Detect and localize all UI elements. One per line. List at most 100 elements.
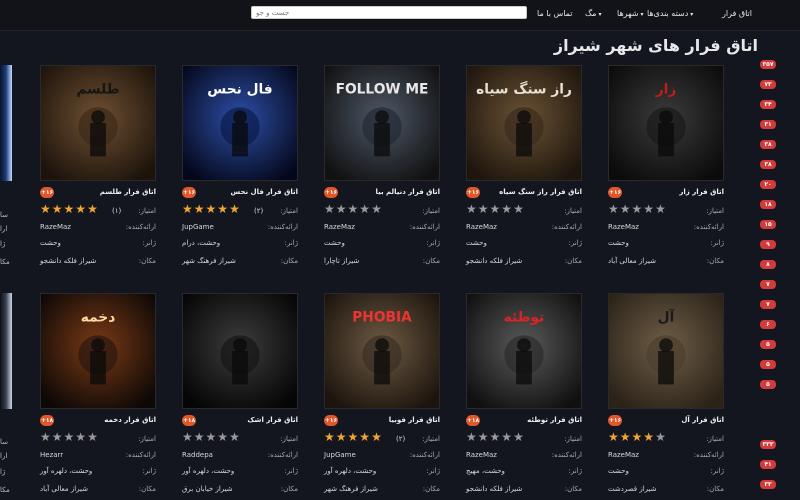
- star-icon[interactable]: ★: [643, 202, 655, 216]
- star-icon[interactable]: ★: [348, 202, 360, 216]
- star-icon[interactable]: ★: [194, 430, 206, 444]
- room-cover-image[interactable]: توطئه: [466, 293, 582, 409]
- star-icon[interactable]: ★: [87, 430, 99, 444]
- star-rating[interactable]: ★★★★★: [40, 431, 99, 443]
- room-card[interactable]: فال نحس +۱۶ اتاق فرار فال نحس امتیاز: (۲…: [182, 65, 298, 265]
- star-icon[interactable]: ★: [490, 202, 502, 216]
- star-icon[interactable]: ★: [359, 202, 371, 216]
- star-icon[interactable]: ★: [478, 202, 490, 216]
- star-icon[interactable]: ★: [206, 430, 218, 444]
- star-icon[interactable]: ★: [324, 430, 336, 444]
- room-card[interactable]: طلسم +۱۶ اتاق فرار طلسم امتیاز: (۱) ★★★★…: [40, 65, 156, 265]
- star-icon[interactable]: ★: [217, 430, 229, 444]
- star-rating[interactable]: ★★★★★: [324, 431, 383, 443]
- star-icon[interactable]: ★: [64, 430, 76, 444]
- star-icon[interactable]: ★: [348, 430, 360, 444]
- star-icon[interactable]: ★: [52, 430, 64, 444]
- sidebar-count-badge[interactable]: ۳۸: [760, 140, 776, 149]
- room-cover-image[interactable]: FOLLOW ME: [324, 65, 440, 181]
- star-icon[interactable]: ★: [217, 202, 229, 216]
- star-icon[interactable]: ★: [87, 202, 99, 216]
- sidebar-count-badge[interactable]: ۳۳: [760, 480, 776, 489]
- room-title[interactable]: اتاق فرار دنیالم بیا: [375, 188, 440, 196]
- nav-mag[interactable]: مگ ▾: [585, 9, 601, 18]
- room-cover-image[interactable]: آل: [608, 293, 724, 409]
- star-icon[interactable]: ★: [75, 202, 87, 216]
- star-icon[interactable]: ★: [229, 430, 241, 444]
- star-icon[interactable]: ★: [194, 202, 206, 216]
- room-card[interactable]: آل +۱۶ اتاق فرار آل امتیاز: ★★★★★ ارائه‌…: [608, 293, 724, 493]
- sidebar-count-badge[interactable]: ۷: [760, 300, 776, 309]
- room-title[interactable]: اتاق فرار آل: [681, 416, 724, 424]
- star-icon[interactable]: ★: [466, 202, 478, 216]
- room-cover-image[interactable]: راز سنگ سیاه: [466, 65, 582, 181]
- sidebar-count-badge[interactable]: ۴۱: [760, 460, 776, 469]
- star-icon[interactable]: ★: [655, 202, 667, 216]
- room-title[interactable]: اتاق فرار دخمه: [104, 416, 156, 424]
- sidebar-count-badge[interactable]: ۳۸: [760, 160, 776, 169]
- star-icon[interactable]: ★: [513, 202, 525, 216]
- star-icon[interactable]: ★: [40, 202, 52, 216]
- room-cover-image[interactable]: [182, 293, 298, 409]
- star-icon[interactable]: ★: [478, 430, 490, 444]
- star-icon[interactable]: ★: [608, 202, 620, 216]
- star-icon[interactable]: ★: [490, 430, 502, 444]
- star-icon[interactable]: ★: [643, 430, 655, 444]
- star-rating[interactable]: ★★★★★: [182, 431, 241, 443]
- room-cover-image[interactable]: دخمه: [40, 293, 156, 409]
- sidebar-count-badge[interactable]: ۵: [760, 380, 776, 389]
- star-icon[interactable]: ★: [40, 430, 52, 444]
- star-icon[interactable]: ★: [466, 430, 478, 444]
- partial-cover[interactable]: [0, 65, 12, 181]
- sidebar-count-badge[interactable]: ۳۵۷: [760, 60, 776, 69]
- sidebar-count-badge[interactable]: ۱۵: [760, 220, 776, 229]
- star-icon[interactable]: ★: [52, 202, 64, 216]
- nav-cities[interactable]: شهرها ▾: [617, 9, 643, 18]
- nav-categories[interactable]: دسته بندی‌ها ▾: [647, 9, 693, 18]
- room-cover-image[interactable]: طلسم: [40, 65, 156, 181]
- sidebar-count-badge[interactable]: ۷: [760, 280, 776, 289]
- room-title[interactable]: اتاق فرار فوبیا: [389, 416, 440, 424]
- room-card[interactable]: FOLLOW ME +۱۶ اتاق فرار دنیالم بیا امتیا…: [324, 65, 440, 265]
- nav-escape-room[interactable]: اتاق فرار: [722, 9, 752, 18]
- room-card[interactable]: PHOBIA +۱۶ اتاق فرار فوبیا امتیاز: (۲) ★…: [324, 293, 440, 493]
- star-rating[interactable]: ★★★★★: [182, 203, 241, 215]
- room-card[interactable]: راز سنگ سیاه +۱۶ اتاق فرار راز سنگ سیاه …: [466, 65, 582, 265]
- star-rating[interactable]: ★★★★★: [40, 203, 99, 215]
- sidebar-count-badge[interactable]: ۲۰: [760, 180, 776, 189]
- star-icon[interactable]: ★: [75, 430, 87, 444]
- room-title[interactable]: اتاق فرار زار: [679, 188, 724, 196]
- sidebar-count-badge[interactable]: ۵: [760, 340, 776, 349]
- star-icon[interactable]: ★: [501, 430, 513, 444]
- star-rating[interactable]: ★★★★★: [608, 203, 667, 215]
- star-icon[interactable]: ★: [324, 202, 336, 216]
- room-cover-image[interactable]: زار: [608, 65, 724, 181]
- star-rating[interactable]: ★★★★★: [466, 431, 525, 443]
- room-card[interactable]: دخمه +۱۸ اتاق فرار دخمه امتیاز: ★★★★★ ار…: [40, 293, 156, 493]
- star-icon[interactable]: ★: [371, 430, 383, 444]
- star-icon[interactable]: ★: [632, 202, 644, 216]
- sidebar-count-badge[interactable]: ۹: [760, 240, 776, 249]
- room-cover-image[interactable]: PHOBIA: [324, 293, 440, 409]
- room-card[interactable]: توطئه +۱۸ اتاق فرار توطئه امتیاز: ★★★★★ …: [466, 293, 582, 493]
- sidebar-count-badge[interactable]: ۳۳۳: [760, 440, 776, 449]
- star-icon[interactable]: ★: [620, 202, 632, 216]
- star-icon[interactable]: ★: [64, 202, 76, 216]
- room-card[interactable]: زار +۱۶ اتاق فرار زار امتیاز: ★★★★★ ارائ…: [608, 65, 724, 265]
- search-input[interactable]: جست و جو: [251, 6, 527, 19]
- room-cover-image[interactable]: فال نحس: [182, 65, 298, 181]
- star-icon[interactable]: ★: [336, 202, 348, 216]
- sidebar-count-badge[interactable]: ۳۱: [760, 120, 776, 129]
- star-icon[interactable]: ★: [336, 430, 348, 444]
- star-rating[interactable]: ★★★★★: [324, 203, 383, 215]
- star-rating[interactable]: ★★★★★: [608, 431, 667, 443]
- star-icon[interactable]: ★: [513, 430, 525, 444]
- sidebar-count-badge[interactable]: ۵: [760, 360, 776, 369]
- star-rating[interactable]: ★★★★★: [466, 203, 525, 215]
- star-icon[interactable]: ★: [182, 430, 194, 444]
- star-icon[interactable]: ★: [229, 202, 241, 216]
- star-icon[interactable]: ★: [620, 430, 632, 444]
- star-icon[interactable]: ★: [501, 202, 513, 216]
- sidebar-count-badge[interactable]: ۳۴: [760, 100, 776, 109]
- room-title[interactable]: اتاق فرار فال نحس: [231, 188, 298, 196]
